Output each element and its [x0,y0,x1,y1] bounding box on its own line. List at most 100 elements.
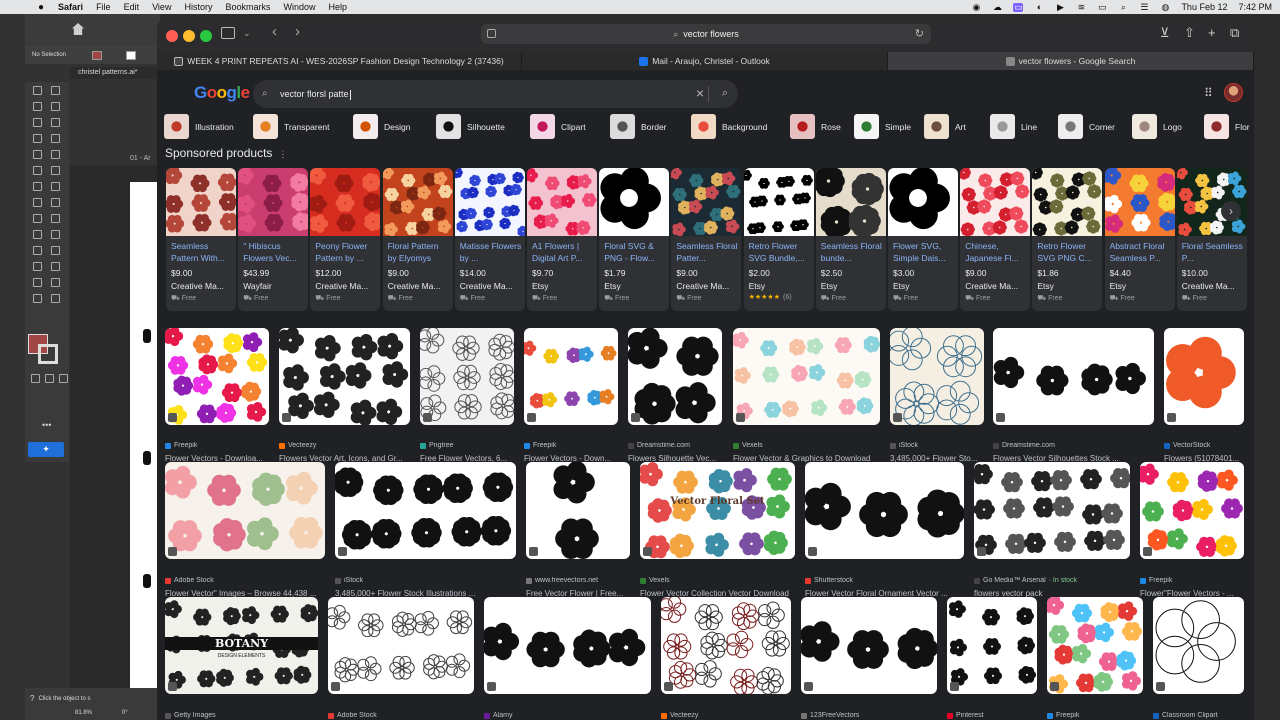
result-source[interactable]: Vexels [640,577,795,584]
share-icon[interactable]: ⇧ [1184,25,1195,41]
result-source[interactable]: Classroom Clipart [1153,712,1244,719]
image-result-thumbnail[interactable] [165,462,325,559]
image-result-thumbnail[interactable] [1153,597,1244,694]
result-source[interactable]: www.freevectors.net [526,577,630,584]
chip-logo[interactable]: Logo [1132,114,1193,139]
control-icon[interactable]: ◐ [1034,2,1044,12]
edit-toolbar-button[interactable]: ✦ [28,442,64,457]
screen-mirror-icon[interactable]: ▭ [1013,2,1024,12]
result-source[interactable]: Adobe Stock [328,712,474,719]
close-window-icon[interactable] [166,30,178,42]
product-image[interactable] [960,168,1031,237]
image-result-thumbnail[interactable] [328,597,474,694]
product-title[interactable]: Floral Seamless P... [1182,240,1244,264]
back-icon[interactable]: ‹ [272,23,277,40]
pencil-tool-icon[interactable] [33,166,42,175]
product-image[interactable] [527,168,597,236]
curvature-tool-icon[interactable] [51,118,60,127]
lasso-tool-icon[interactable] [51,102,60,111]
draw-mode-icon[interactable] [31,374,40,383]
chip-silhouette[interactable]: Silhouette [436,114,519,139]
wifi-icon[interactable]: ≋ [1076,2,1086,12]
tab-outlook-mail[interactable]: Mail - Araujo, Christel - Outlook [522,52,888,70]
chip-rose[interactable]: Rose [790,114,843,139]
product-title[interactable]: Floral Pattern by Elyomys [388,240,450,264]
product-card[interactable]: Abstract Floral Seamless P... $4.40 Etsy ⛟ … [1104,168,1175,311]
product-card[interactable]: Peony Flower Pattern by ... $12.00 Creativ… [310,168,381,311]
menu-help[interactable]: Help [329,2,348,12]
image-result-thumbnail[interactable] [1164,328,1244,425]
product-image[interactable] [743,168,814,236]
clear-search-icon[interactable]: × [696,85,704,101]
siri-icon[interactable]: ◍ [1160,2,1170,12]
product-title[interactable]: Matisse Flowers by ... [460,240,522,264]
type-tool-icon[interactable] [33,134,42,143]
image-result-thumbnail[interactable]: Vector Floral Set [640,462,795,559]
product-image[interactable] [454,168,525,238]
image-result-thumbnail[interactable]: BOTANY DESIGN ELEMENTS [165,597,318,694]
record-icon[interactable]: ◉ [971,2,981,12]
minimize-window-icon[interactable] [183,30,195,42]
shape-builder-tool-icon[interactable] [33,214,42,223]
result-source[interactable]: Freepik [524,442,618,449]
product-image[interactable] [1104,168,1175,236]
line-tool-icon[interactable] [51,134,60,143]
play-icon[interactable]: ▶ [1055,2,1065,12]
product-title[interactable]: Seamless Floral bunde... [821,240,883,264]
menu-window[interactable]: Window [283,2,315,12]
menu-view[interactable]: View [152,2,171,12]
stroke-color-box[interactable] [38,344,58,364]
zoom-level[interactable]: 81.8% [75,710,92,716]
product-card[interactable]: Seamless Floral bunde... $2.50 Etsy ⛟ Free [815,168,886,311]
result-source[interactable]: Adobe Stock [165,577,325,584]
gradient-tool-icon[interactable] [51,230,60,239]
image-result-thumbnail[interactable] [420,328,514,425]
rotation-angle[interactable]: 0° [122,710,128,716]
chevron-down-icon[interactable]: ⌄ [243,28,251,39]
perspective-tool-icon[interactable] [51,214,60,223]
image-result-thumbnail[interactable] [974,462,1130,559]
zoom-tool-icon[interactable] [51,294,60,303]
column-graph-tool-icon[interactable] [51,262,60,271]
artwork-shape[interactable] [143,451,151,465]
stroke-swatch[interactable] [126,50,137,60]
product-image[interactable] [599,168,670,236]
product-title[interactable]: Seamless Floral Patter... [676,240,738,264]
artboard[interactable] [130,182,160,702]
artwork-shape[interactable] [143,574,151,588]
product-title[interactable]: Peony Flower Pattern by ... [315,240,377,264]
tab-google-search[interactable]: vector flowers - Google Search [888,52,1254,70]
magic-wand-tool-icon[interactable] [33,102,42,111]
chip-floral[interactable]: Floral [1204,114,1250,139]
control-center-icon[interactable]: ☰ [1139,2,1149,12]
menu-bookmarks[interactable]: Bookmarks [225,2,270,12]
selection-tool-icon[interactable] [33,86,42,95]
avatar[interactable] [1224,83,1243,102]
mesh-tool-icon[interactable] [33,230,42,239]
image-result-thumbnail[interactable] [993,328,1154,425]
product-title[interactable]: Floral SVG & PNG - Flow... [604,240,666,264]
result-source[interactable]: Freepik [1140,577,1244,584]
menu-history[interactable]: History [184,2,212,12]
product-title[interactable]: Retro Flower SVG PNG C... [1037,240,1099,264]
more-tools-icon[interactable]: ••• [42,421,51,431]
result-source[interactable]: Freepik [1047,712,1143,719]
artwork-shape[interactable] [143,329,151,343]
hand-tool-icon[interactable] [33,294,42,303]
menubar-time[interactable]: 7:42 PM [1238,2,1272,12]
document-tab[interactable]: christel patterns.ai* [70,67,160,79]
chip-transparent[interactable]: Transparent [253,114,342,139]
result-source[interactable]: Getty Images [165,712,318,719]
chip-background[interactable]: Background [691,114,779,139]
product-title[interactable]: Seamless Pattern With... [171,240,233,264]
chip-line[interactable]: Line [990,114,1047,139]
product-image[interactable] [238,168,309,236]
result-source[interactable]: VectorStock [1164,442,1244,449]
product-card[interactable]: Floral SVG & PNG - Flow... $1.79 Etsy ⛟ Fre… [599,168,670,311]
color-mode-icon[interactable] [59,374,68,383]
search-submit-icon[interactable]: ⌕ [722,87,728,100]
downloads-icon[interactable]: ⊻ [1160,25,1170,41]
result-source[interactable]: Freepik [165,442,269,449]
product-image[interactable] [888,168,958,236]
menu-file[interactable]: File [96,2,111,12]
